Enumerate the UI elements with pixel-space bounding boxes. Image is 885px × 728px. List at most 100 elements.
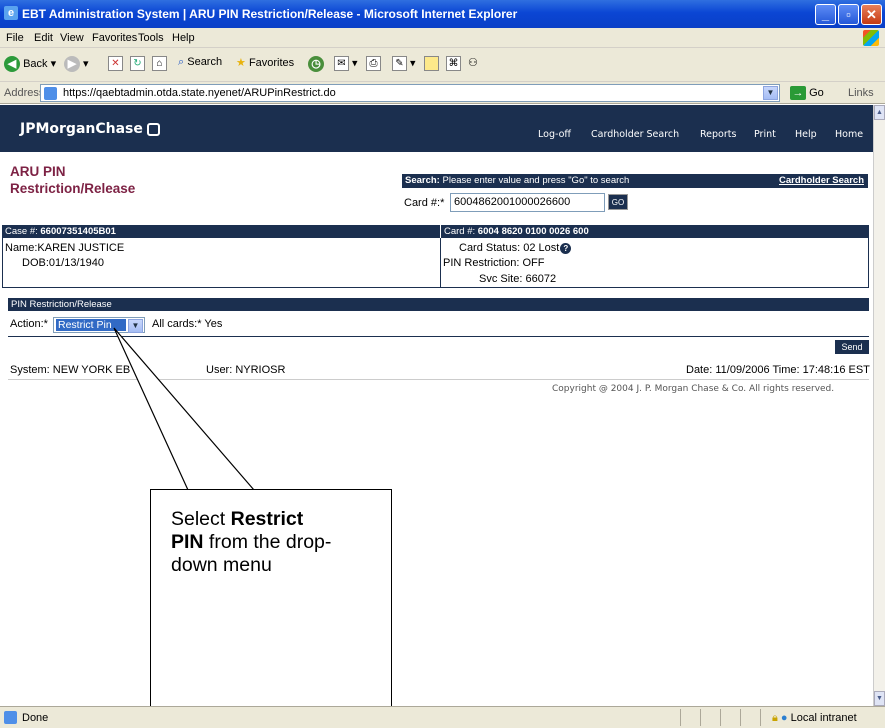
help-icon[interactable]: ? — [560, 242, 572, 254]
nav-logoff[interactable]: Log-off — [538, 129, 571, 140]
svc-site: Svc Site: 66072 — [479, 273, 557, 285]
refresh-icon: ↻ — [130, 56, 145, 71]
star-icon: ★ — [236, 57, 246, 69]
menu-edit[interactable]: Edit — [34, 32, 53, 44]
search-header: Search: Please enter value and press "Go… — [402, 174, 868, 188]
chevron-down-icon[interactable]: ▼ — [128, 319, 143, 333]
action-label: Action:* — [10, 318, 48, 330]
system-label-tail: AT — [134, 364, 148, 376]
forward-arrow-icon: ▶ — [64, 56, 80, 72]
home-button[interactable]: ⌂ — [152, 56, 167, 71]
refresh-button[interactable]: ↻ — [130, 56, 145, 71]
pin-restriction-header: PIN Restriction/Release — [8, 298, 869, 311]
site-banner: JPMorganChase Log-off Cardholder Search … — [0, 105, 873, 152]
mail-button[interactable]: ✉ ▾ — [334, 56, 358, 71]
edit-button[interactable]: ✎ ▾ — [392, 56, 416, 71]
page-title: ARU PIN Restriction/Release — [10, 164, 136, 196]
status-divider — [720, 709, 721, 726]
address-bar: Address https://qaebtadmin.otda.state.ny… — [0, 82, 885, 104]
folder-icon — [424, 56, 439, 71]
printer-icon: ⎙ — [366, 56, 381, 71]
discuss-button[interactable] — [424, 56, 439, 71]
page-icon — [44, 87, 57, 100]
menu-favorites[interactable]: Favorites — [92, 32, 137, 44]
stop-button[interactable]: ✕ — [108, 56, 123, 71]
details-divider — [440, 238, 441, 288]
print-button[interactable]: ⎙ — [366, 56, 381, 71]
address-input[interactable]: https://qaebtadmin.otda.state.nyenet/ARU… — [40, 84, 780, 102]
window-title: EBT Administration System | ARU PIN Rest… — [22, 7, 518, 21]
account-details-box — [2, 238, 869, 288]
nav-print[interactable]: Print — [754, 129, 776, 140]
date-time: Date: 11/09/2006 Time: 17:48:16 EST — [686, 364, 870, 376]
scroll-down-icon[interactable]: ▼ — [874, 691, 885, 706]
address-label: Address — [4, 87, 45, 99]
status-divider — [700, 709, 701, 726]
cardholder-search-link[interactable]: Cardholder Search — [779, 174, 864, 188]
menu-bar: File Edit View Favorites Tools Help — [0, 28, 885, 48]
card-number-input[interactable]: 6004862001000026600 — [450, 193, 605, 212]
minimize-button[interactable]: _ — [815, 4, 836, 25]
lock-icon: 🔒︎ — [772, 712, 778, 724]
action-select[interactable]: Restrict Pin ▼ — [53, 317, 145, 333]
messenger-icon: ⚇ — [468, 57, 478, 69]
brand-logo: JPMorganChase — [20, 121, 160, 137]
system-label: System: NEW YORK EB — [10, 364, 131, 376]
history-icon: ◷ — [308, 56, 324, 72]
restore-button[interactable]: ▫ — [838, 4, 859, 25]
go-search-button[interactable]: GO — [608, 194, 628, 210]
cardholder-name: Name:KAREN JUSTICE — [5, 242, 125, 254]
address-url: https://qaebtadmin.otda.state.nyenet/ARU… — [63, 87, 336, 99]
all-cards-field: All cards:* Yes — [152, 318, 223, 330]
nav-cardholder-search[interactable]: Cardholder Search — [591, 129, 679, 140]
nav-home[interactable]: Home — [835, 129, 863, 140]
status-text: Done — [22, 712, 49, 724]
address-dropdown-icon[interactable]: ▼ — [763, 86, 778, 100]
action-selected-value: Restrict Pin — [56, 319, 126, 331]
octagon-logo-icon — [146, 122, 160, 136]
history-button[interactable]: ◷ — [308, 56, 324, 72]
status-divider — [740, 709, 741, 726]
menu-view[interactable]: View — [60, 32, 84, 44]
back-button[interactable]: ◀ Back ▾ — [4, 56, 56, 72]
home-icon: ⌂ — [152, 56, 167, 71]
stop-icon: ✕ — [108, 56, 123, 71]
send-button[interactable]: Send — [835, 340, 869, 354]
favorites-button[interactable]: ★ Favorites — [236, 56, 294, 69]
card-status: Card Status: 02 Lost? — [459, 242, 572, 254]
go-button[interactable]: → Go — [790, 86, 824, 100]
go-arrow-icon: → — [790, 86, 806, 100]
case-header: Case #: 66007351405B01 — [2, 225, 440, 238]
instruction-callout: Select Restrict PIN from the drop-down m… — [150, 489, 392, 706]
page-done-icon — [4, 711, 17, 724]
globe-icon: ● — [780, 712, 788, 724]
back-arrow-icon: ◀ — [4, 56, 20, 72]
window-title-bar: e EBT Administration System | ARU PIN Re… — [0, 0, 885, 28]
edit-icon: ✎ — [392, 56, 407, 71]
vertical-scrollbar[interactable]: ▲ ▼ — [873, 105, 885, 706]
forward-button[interactable]: ▶ ▾ — [64, 56, 89, 72]
footer-divider — [8, 379, 869, 380]
windows-logo-icon — [863, 30, 879, 46]
close-button[interactable]: ✕ — [861, 4, 882, 25]
search-button[interactable]: ⌕ Search — [178, 56, 222, 69]
links-toolbar[interactable]: Links — [848, 87, 874, 99]
card-number-label: Card #:* — [404, 197, 445, 209]
nav-reports[interactable]: Reports — [700, 129, 736, 140]
user-label: User: NYRIOSR — [206, 364, 286, 376]
menu-tools[interactable]: Tools — [138, 32, 164, 44]
card-header: Card #: 6004 8620 0100 0026 600 — [441, 225, 869, 238]
section-divider — [8, 336, 869, 337]
page-content: JPMorganChase Log-off Cardholder Search … — [0, 105, 873, 706]
browser-toolbar: ◀ Back ▾ ▶ ▾ ✕ ↻ ⌂ ⌕ Search ★ Favorites … — [0, 48, 885, 82]
menu-file[interactable]: File — [6, 32, 24, 44]
mail-icon: ✉ — [334, 56, 349, 71]
ie-logo-icon: e — [4, 6, 18, 20]
research-button[interactable]: ⌘ — [446, 56, 461, 71]
nav-help[interactable]: Help — [795, 129, 817, 140]
copyright: Copyright @ 2004 J. P. Morgan Chase & Co… — [552, 384, 835, 394]
pin-restriction-status: PIN Restriction: OFF — [443, 257, 545, 269]
scroll-up-icon[interactable]: ▲ — [874, 105, 885, 120]
messenger-button[interactable]: ⚇ — [468, 56, 478, 69]
menu-help[interactable]: Help — [172, 32, 195, 44]
